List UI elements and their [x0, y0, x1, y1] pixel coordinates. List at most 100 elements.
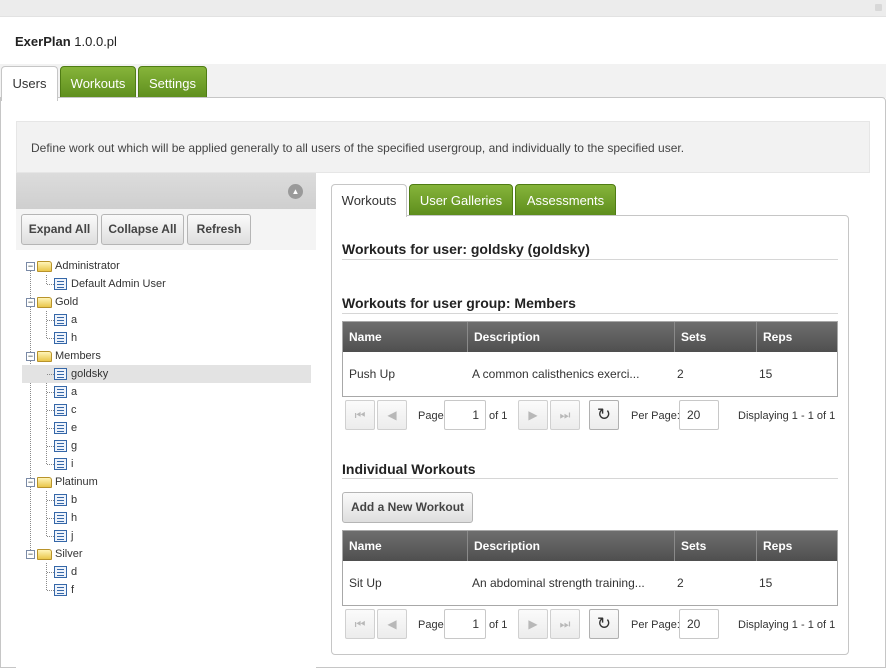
- column-header-description[interactable]: Description: [468, 322, 675, 352]
- individual-workouts-grid: Name Description Sets Reps Sit Up An abd…: [342, 530, 838, 606]
- tree-item-silver-f[interactable]: f: [22, 581, 311, 599]
- window-control-icon[interactable]: [875, 4, 882, 11]
- refresh-icon[interactable]: ↻: [589, 400, 619, 430]
- tree-item-gold-h[interactable]: h: [22, 329, 311, 347]
- collapse-toggle-icon[interactable]: −: [26, 298, 35, 307]
- tree-item-members-i[interactable]: i: [22, 455, 311, 473]
- tree-item-label: b: [71, 494, 78, 506]
- refresh-tree-button[interactable]: Refresh: [187, 214, 251, 245]
- prev-page-icon[interactable]: ◀: [377, 609, 407, 639]
- user-record-icon: [54, 494, 67, 506]
- tree-connector: [47, 590, 54, 591]
- tree-group-label: Gold: [55, 296, 79, 308]
- tree-group-platinum[interactable]: − Platinum: [22, 473, 311, 491]
- refresh-icon[interactable]: ↻: [589, 609, 619, 639]
- section-divider: [342, 259, 838, 260]
- column-header-reps[interactable]: Reps: [757, 531, 837, 561]
- cell-reps: 15: [759, 367, 773, 381]
- individual-workouts-title: Individual Workouts: [342, 461, 476, 477]
- collapse-toggle-icon[interactable]: −: [26, 478, 35, 487]
- tree-item-platinum-b[interactable]: b: [22, 491, 311, 509]
- tree-group-gold[interactable]: − Gold: [22, 293, 311, 311]
- tree-item-silver-d[interactable]: d: [22, 563, 311, 581]
- tree-item-platinum-j[interactable]: j: [22, 527, 311, 545]
- tree-item-members-a[interactable]: a: [22, 383, 311, 401]
- tree-group-administrator[interactable]: − Administrator: [22, 257, 311, 275]
- last-page-icon[interactable]: ⏭: [550, 609, 580, 639]
- display-count: Displaying 1 - 1 of 1: [738, 619, 836, 631]
- tree-group-label: Administrator: [55, 260, 120, 272]
- tree-connector: [47, 338, 54, 339]
- page-input[interactable]: 1: [444, 400, 486, 430]
- expand-all-button[interactable]: Expand All: [21, 214, 98, 245]
- column-header-name[interactable]: Name: [343, 322, 468, 352]
- tree-item-label: d: [71, 566, 78, 578]
- tree-item-default-admin-user[interactable]: Default Admin User: [22, 275, 311, 293]
- add-workout-button[interactable]: Add a New Workout: [342, 492, 473, 523]
- tree-item-label: e: [71, 422, 78, 434]
- collapse-toggle-icon[interactable]: −: [26, 550, 35, 559]
- column-header-sets[interactable]: Sets: [675, 322, 757, 352]
- column-header-reps[interactable]: Reps: [757, 322, 837, 352]
- tree-item-label: f: [71, 584, 75, 596]
- tree-item-label: h: [71, 332, 78, 344]
- tree-item-label: g: [71, 440, 78, 452]
- first-page-icon[interactable]: ⏮: [345, 609, 375, 639]
- tree-group-label: Silver: [55, 548, 83, 560]
- tree-connector: [47, 392, 54, 393]
- tree-group-members[interactable]: − Members: [22, 347, 311, 365]
- cell-description: A common calisthenics exerci...: [472, 367, 640, 381]
- cell-name: Sit Up: [349, 576, 382, 590]
- tree-connector: [47, 284, 54, 285]
- tab-settings[interactable]: Settings: [138, 66, 207, 99]
- tree-item-label: a: [71, 386, 78, 398]
- collapse-up-icon[interactable]: ▲: [288, 184, 303, 199]
- tree-item-members-g[interactable]: g: [22, 437, 311, 455]
- column-header-sets[interactable]: Sets: [675, 531, 757, 561]
- tree-connector: [47, 500, 54, 501]
- collapse-toggle-icon[interactable]: −: [26, 352, 35, 361]
- page-total: of 1: [489, 619, 508, 631]
- tree-group-label: Members: [55, 350, 101, 362]
- tree-item-members-e[interactable]: e: [22, 419, 311, 437]
- tab-user-galleries[interactable]: User Galleries: [409, 184, 513, 216]
- tree-connector: [47, 320, 54, 321]
- column-header-description[interactable]: Description: [468, 531, 675, 561]
- next-page-icon[interactable]: ▶: [518, 609, 548, 639]
- collapse-toggle-icon[interactable]: −: [26, 262, 35, 271]
- section-divider: [342, 313, 838, 314]
- tree-item-label: a: [71, 314, 78, 326]
- tab-users[interactable]: Users: [1, 66, 58, 101]
- tab-assessments[interactable]: Assessments: [515, 184, 616, 216]
- per-page-input[interactable]: 20: [679, 400, 719, 430]
- user-record-icon: [54, 566, 67, 578]
- first-page-icon[interactable]: ⏮: [345, 400, 375, 430]
- tree-item-label: Default Admin User: [71, 278, 166, 290]
- tree-item-members-c[interactable]: c: [22, 401, 311, 419]
- last-page-icon[interactable]: ⏭: [550, 400, 580, 430]
- user-record-icon: [54, 386, 67, 398]
- tree-item-platinum-h[interactable]: h: [22, 509, 311, 527]
- page-input[interactable]: 1: [444, 609, 486, 639]
- window-top-bar: [0, 0, 886, 17]
- next-page-icon[interactable]: ▶: [518, 400, 548, 430]
- tree-item-label: j: [71, 530, 74, 542]
- user-record-icon: [54, 530, 67, 542]
- per-page-input[interactable]: 20: [679, 609, 719, 639]
- group-workouts-grid: Name Description Sets Reps Push Up A com…: [342, 321, 838, 397]
- app-name: ExerPlan: [15, 34, 71, 49]
- page-label: Page: [418, 410, 444, 422]
- tree-item-gold-a[interactable]: a: [22, 311, 311, 329]
- tree-item-goldsky[interactable]: goldsky: [22, 365, 311, 383]
- prev-page-icon[interactable]: ◀: [377, 400, 407, 430]
- collapse-all-button[interactable]: Collapse All: [101, 214, 184, 245]
- tree-group-silver[interactable]: − Silver: [22, 545, 311, 563]
- app-title: ExerPlan 1.0.0.pl: [15, 34, 117, 49]
- tab-user-workouts[interactable]: Workouts: [331, 184, 407, 217]
- cell-sets: 2: [677, 576, 684, 590]
- tab-workouts[interactable]: Workouts: [60, 66, 136, 99]
- tree-panel-header: [16, 173, 316, 209]
- tree-connector: [47, 428, 54, 429]
- cell-reps: 15: [759, 576, 773, 590]
- column-header-name[interactable]: Name: [343, 531, 468, 561]
